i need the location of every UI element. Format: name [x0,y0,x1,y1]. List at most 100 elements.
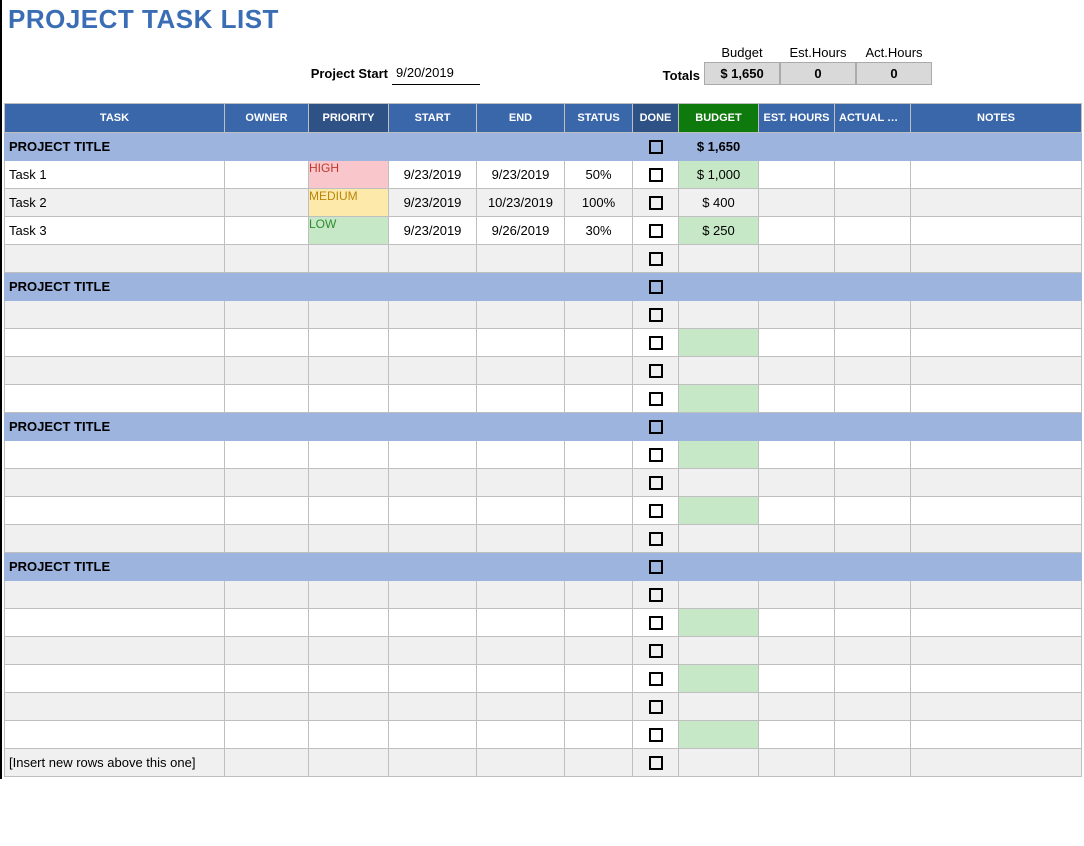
cell-priority[interactable]: HIGH [309,161,389,189]
priority-badge[interactable]: MEDIUM [309,189,389,217]
cell-est[interactable] [759,413,835,441]
cell-budget[interactable] [679,413,759,441]
cell-notes[interactable] [911,665,1082,693]
cell-owner[interactable] [225,469,309,497]
table-row[interactable] [5,329,1082,357]
cell-est[interactable] [759,665,835,693]
cell-act[interactable] [835,525,911,553]
cell-task[interactable] [5,357,225,385]
done-checkbox[interactable] [649,252,663,266]
cell-end[interactable] [477,413,565,441]
cell-end[interactable] [477,497,565,525]
cell-est[interactable] [759,525,835,553]
cell-est[interactable] [759,273,835,301]
cell-notes[interactable] [911,413,1082,441]
cell-priority[interactable] [309,413,389,441]
cell-task[interactable]: PROJECT TITLE [5,133,225,161]
cell-task[interactable] [5,497,225,525]
cell-act[interactable] [835,413,911,441]
cell-status[interactable] [565,385,633,413]
th-priority[interactable]: PRIORITY [309,104,389,133]
section-row[interactable]: PROJECT TITLE$ 1,650 [5,133,1082,161]
cell-start[interactable] [389,525,477,553]
cell-act[interactable] [835,273,911,301]
done-checkbox[interactable] [649,308,663,322]
table-row[interactable] [5,609,1082,637]
cell-est[interactable] [759,357,835,385]
cell-end[interactable]: 9/26/2019 [477,217,565,245]
cell-owner[interactable] [225,357,309,385]
cell-done[interactable] [633,553,679,581]
cell-est[interactable] [759,637,835,665]
cell-priority[interactable] [309,665,389,693]
cell-task[interactable] [5,693,225,721]
cell-done[interactable] [633,665,679,693]
done-checkbox[interactable] [649,168,663,182]
cell-budget[interactable] [679,721,759,749]
cell-status[interactable] [565,497,633,525]
cell-done[interactable] [633,273,679,301]
cell-act[interactable] [835,749,911,777]
cell-priority[interactable] [309,749,389,777]
cell-start[interactable] [389,441,477,469]
cell-priority[interactable] [309,133,389,161]
cell-start[interactable] [389,133,477,161]
cell-budget[interactable] [679,245,759,273]
cell-status[interactable] [565,749,633,777]
cell-act[interactable] [835,301,911,329]
priority-badge[interactable]: HIGH [309,161,389,189]
cell-owner[interactable] [225,161,309,189]
cell-task[interactable] [5,637,225,665]
cell-notes[interactable] [911,609,1082,637]
cell-est[interactable] [759,469,835,497]
cell-status[interactable] [565,609,633,637]
cell-owner[interactable] [225,581,309,609]
cell-budget[interactable] [679,329,759,357]
cell-end[interactable] [477,357,565,385]
th-start[interactable]: START [389,104,477,133]
cell-end[interactable] [477,609,565,637]
cell-done[interactable] [633,357,679,385]
section-row[interactable]: PROJECT TITLE [5,553,1082,581]
th-owner[interactable]: OWNER [225,104,309,133]
cell-owner[interactable] [225,189,309,217]
cell-owner[interactable] [225,413,309,441]
cell-priority[interactable] [309,553,389,581]
cell-start[interactable]: 9/23/2019 [389,217,477,245]
cell-task[interactable] [5,245,225,273]
cell-est[interactable] [759,609,835,637]
cell-act[interactable] [835,133,911,161]
cell-notes[interactable] [911,693,1082,721]
done-checkbox[interactable] [649,476,663,490]
cell-status[interactable] [565,413,633,441]
cell-priority[interactable] [309,469,389,497]
cell-done[interactable] [633,161,679,189]
cell-done[interactable] [633,693,679,721]
th-done[interactable]: DONE [633,104,679,133]
cell-budget[interactable]: $ 250 [679,217,759,245]
cell-act[interactable] [835,161,911,189]
cell-est[interactable] [759,441,835,469]
cell-end[interactable] [477,721,565,749]
cell-end[interactable] [477,749,565,777]
cell-est[interactable] [759,721,835,749]
cell-notes[interactable] [911,581,1082,609]
cell-start[interactable] [389,245,477,273]
cell-est[interactable] [759,749,835,777]
cell-done[interactable] [633,497,679,525]
table-row[interactable]: Task 3LOW9/23/20199/26/201930%$ 250 [5,217,1082,245]
cell-act[interactable] [835,637,911,665]
cell-budget[interactable] [679,665,759,693]
cell-budget[interactable]: $ 1,000 [679,161,759,189]
cell-notes[interactable] [911,329,1082,357]
cell-owner[interactable] [225,721,309,749]
cell-status[interactable]: 30% [565,217,633,245]
cell-notes[interactable] [911,217,1082,245]
cell-owner[interactable] [225,497,309,525]
cell-act[interactable] [835,721,911,749]
done-checkbox[interactable] [649,392,663,406]
table-row[interactable]: Task 2MEDIUM9/23/201910/23/2019100%$ 400 [5,189,1082,217]
cell-owner[interactable] [225,133,309,161]
cell-notes[interactable] [911,133,1082,161]
cell-budget[interactable] [679,497,759,525]
